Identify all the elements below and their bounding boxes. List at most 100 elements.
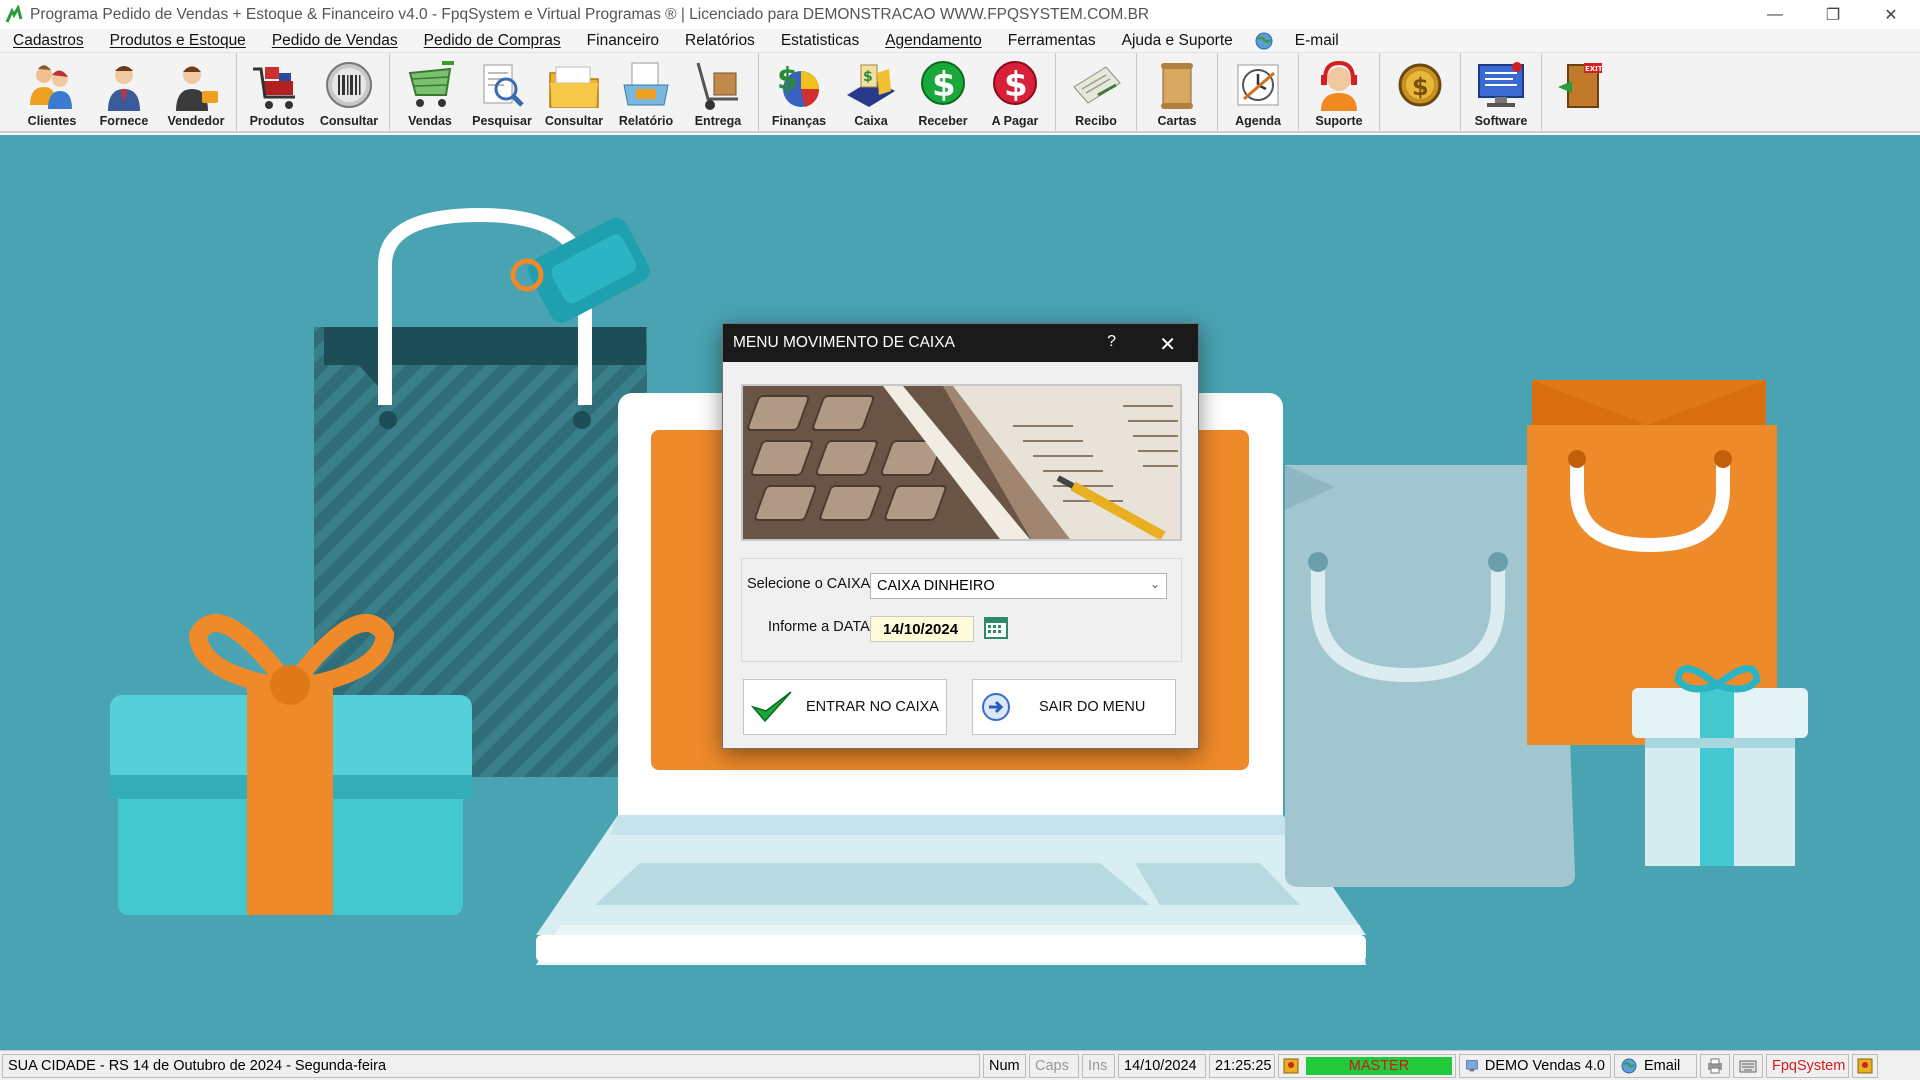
toolbar-recibo-button[interactable]: Recibo: [1060, 53, 1132, 131]
svg-text:$: $: [932, 65, 956, 105]
scroll-letter-icon: [1161, 63, 1193, 109]
toolbar-consultar-estoque-button[interactable]: Consultar: [313, 53, 385, 131]
toolbar-caixa-button[interactable]: $ Caixa: [835, 53, 907, 131]
software-icon: [1466, 1059, 1478, 1071]
status-brand[interactable]: FpqSystem: [1766, 1053, 1849, 1078]
cash-movement-dialog: MENU MOVIMENTO DE CAIXA ? ✕ Selecione o …: [722, 323, 1199, 749]
toolbar-clientes-button[interactable]: Clientes: [16, 53, 88, 131]
toolbar-cartas-button[interactable]: Cartas: [1141, 53, 1213, 131]
toolbar-financas-button[interactable]: $ Finanças: [763, 53, 835, 131]
cash-register-icon: $: [847, 64, 895, 107]
window-title: Programa Pedido de Vendas + Estoque & Fi…: [30, 5, 1150, 23]
toolbar: Clientes Fornece Vendedor Produtos Consu…: [0, 53, 1920, 133]
folder-icon: [549, 66, 599, 108]
dialog-title-bar: MENU MOVIMENTO DE CAIXA ? ✕: [723, 324, 1198, 362]
toolbar-software-button[interactable]: Software: [1465, 53, 1537, 131]
checkmark-icon: [750, 691, 792, 723]
dialog-close-button[interactable]: ✕: [1159, 332, 1176, 357]
toolbar-agenda-button[interactable]: Agenda: [1222, 53, 1294, 131]
toolbar-produtos-button[interactable]: Produtos: [241, 53, 313, 131]
agenda-clock-icon: [1237, 64, 1279, 106]
help-button[interactable]: ?: [1107, 333, 1116, 351]
products-cart-icon: [253, 67, 295, 109]
toolbar-fornece-button[interactable]: Fornece: [88, 53, 160, 131]
menu-estatisticas[interactable]: Estatisticas: [768, 32, 872, 50]
printer-icon: [1708, 1058, 1722, 1073]
enter-cash-label: ENTRAR NO CAIXA: [806, 699, 939, 715]
toolbar-exit-button[interactable]: EXIT: [1546, 53, 1618, 131]
dialog-title: MENU MOVIMENTO DE CAIXA: [733, 334, 955, 351]
toolbar-entrega-button[interactable]: Entrega: [682, 53, 754, 131]
status-user-panel: MASTER: [1278, 1053, 1456, 1078]
keyboard-icon: [1739, 1060, 1757, 1072]
software-monitor-icon: [1478, 62, 1524, 107]
svg-text:$: $: [863, 69, 873, 85]
minimize-button[interactable]: —: [1746, 0, 1804, 29]
status-email-button[interactable]: Email: [1614, 1053, 1697, 1078]
search-icon: [483, 64, 524, 107]
menu-financeiro[interactable]: Financeiro: [574, 32, 672, 50]
menu-pedido-vendas[interactable]: Pedido de Vendas: [259, 32, 411, 50]
menu-ajuda-suporte[interactable]: Ajuda e Suporte: [1109, 32, 1246, 50]
exit-menu-label: SAIR DO MENU: [1039, 699, 1146, 715]
app-logo-icon: [5, 4, 23, 23]
status-printer-button[interactable]: [1700, 1053, 1730, 1078]
date-input[interactable]: 14/10/2024: [870, 616, 974, 642]
exit-menu-button[interactable]: SAIR DO MENU: [972, 679, 1176, 735]
status-version: DEMO Vendas 4.0: [1484, 1057, 1605, 1074]
svg-text:$: $: [777, 62, 798, 97]
menu-relatorios[interactable]: Relatórios: [672, 32, 768, 50]
chevron-down-icon[interactable]: ⌄: [1150, 577, 1160, 591]
menu-produtos-estoque[interactable]: Produtos e Estoque: [97, 32, 259, 50]
menu-cadastros[interactable]: Cadastros: [0, 32, 97, 50]
toolbar-pesquisar-button[interactable]: Pesquisar: [466, 53, 538, 131]
caixa-select-value: CAIXA DINHEIRO: [877, 578, 995, 594]
toolbar-receber-button[interactable]: $ Receber: [907, 53, 979, 131]
caixa-select[interactable]: CAIXA DINHEIRO ⌄: [870, 573, 1167, 599]
toolbar-a-pagar-button[interactable]: $ A Pagar: [979, 53, 1051, 131]
status-ins: Ins: [1082, 1053, 1115, 1078]
toolbar-coin-button[interactable]: $: [1384, 53, 1456, 131]
barcode-icon: [326, 62, 372, 108]
status-user: MASTER: [1306, 1056, 1452, 1075]
red-dollar-icon: $: [993, 61, 1037, 105]
status-num: Num: [983, 1053, 1026, 1078]
enter-cash-button[interactable]: ENTRAR NO CAIXA: [743, 679, 947, 735]
calendar-icon[interactable]: [984, 616, 1008, 640]
globe-icon[interactable]: [1254, 31, 1274, 51]
toolbar-vendas-button[interactable]: Vendas: [394, 53, 466, 131]
key-icon: [1857, 1058, 1873, 1073]
menu-pedido-compras[interactable]: Pedido de Compras: [411, 32, 574, 50]
title-bar: Programa Pedido de Vendas + Estoque & Fi…: [0, 0, 1920, 29]
menu-bar: Cadastros Produtos e Estoque Pedido de V…: [0, 29, 1920, 53]
status-lock-button[interactable]: [1852, 1053, 1878, 1078]
status-time: 21:25:25: [1209, 1053, 1275, 1078]
close-window-button[interactable]: ✕: [1862, 0, 1920, 29]
green-dollar-icon: $: [921, 61, 965, 105]
maximize-button[interactable]: ❐: [1804, 0, 1862, 29]
toolbar-vendedor-button[interactable]: Vendedor: [160, 53, 232, 131]
svg-text:$: $: [1412, 73, 1429, 101]
svg-text:$: $: [1004, 65, 1028, 105]
menu-agendamento[interactable]: Agendamento: [872, 32, 995, 50]
receipt-icon: [1073, 66, 1121, 104]
globe-email-icon: [1621, 1058, 1637, 1073]
svg-text:EXIT: EXIT: [1585, 65, 1603, 73]
gold-coin-icon: $: [1398, 63, 1442, 107]
menu-email[interactable]: E-mail: [1282, 32, 1352, 50]
supplier-icon: [108, 66, 140, 111]
exit-door-icon: EXIT: [1558, 63, 1603, 108]
toolbar-consultar-pedidos-button[interactable]: Consultar: [538, 53, 610, 131]
report-icon: [623, 62, 669, 106]
dialog-form-panel: Selecione o CAIXA CAIXA DINHEIRO ⌄ Infor…: [741, 558, 1182, 662]
toolbar-suporte-button[interactable]: Suporte: [1303, 53, 1375, 131]
status-bar: SUA CIDADE - RS 14 de Outubro de 2024 - …: [0, 1050, 1920, 1080]
support-agent-icon: [1321, 60, 1357, 111]
status-keyboard-button[interactable]: [1733, 1053, 1763, 1078]
calculator-photo: [741, 384, 1182, 541]
status-caps: Caps: [1029, 1053, 1079, 1078]
status-location: SUA CIDADE - RS 14 de Outubro de 2024 - …: [2, 1053, 980, 1078]
menu-ferramentas[interactable]: Ferramentas: [995, 32, 1109, 50]
shopping-cart-icon: [408, 61, 454, 107]
toolbar-relatorio-button[interactable]: Relatório: [610, 53, 682, 131]
